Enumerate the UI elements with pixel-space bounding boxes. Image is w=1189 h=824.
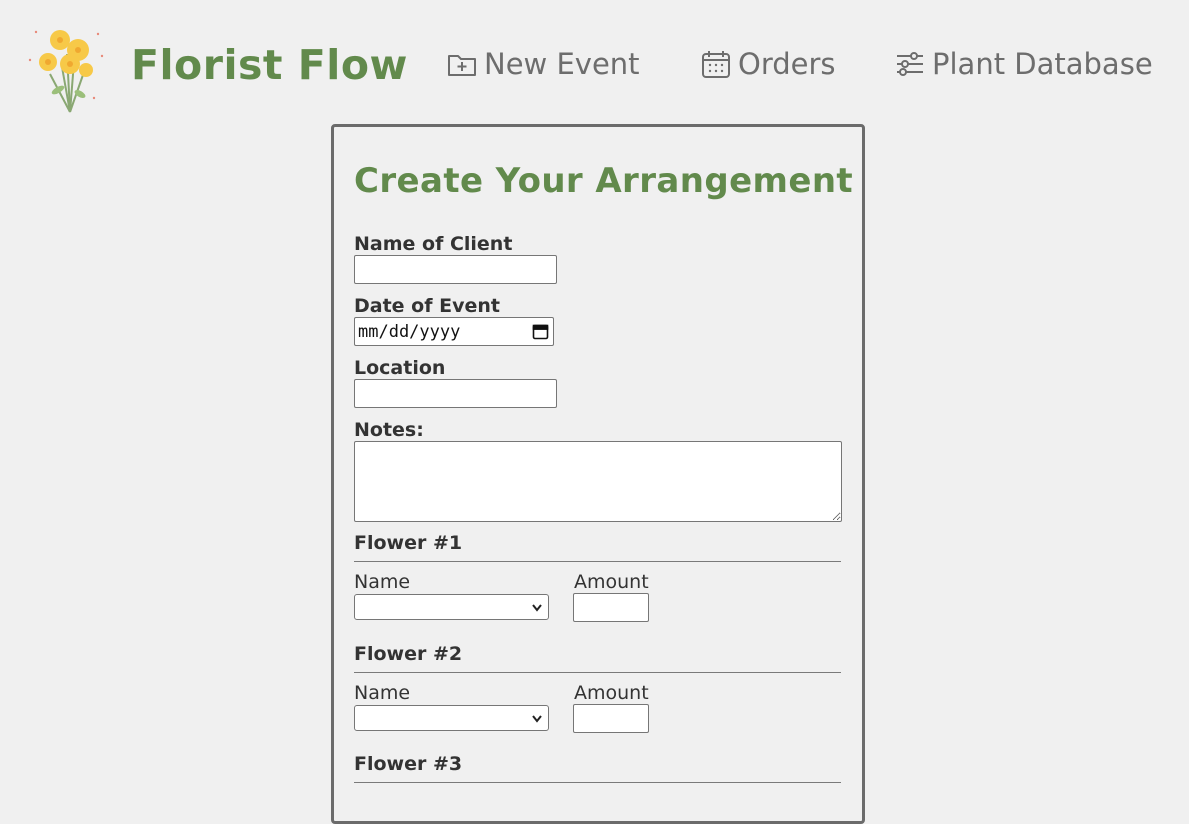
location-input[interactable]: [354, 379, 557, 408]
nav-new-event[interactable]: New Event: [446, 46, 640, 82]
nav-new-event-label: New Event: [484, 47, 640, 81]
flower-1-divider: [354, 561, 841, 562]
nav-plant-database-label: Plant Database: [932, 47, 1153, 81]
flower-3-title: Flower #3: [354, 753, 463, 775]
event-date-input[interactable]: mm/dd/yyyy: [354, 317, 554, 346]
client-name-label: Name of Client: [354, 233, 513, 255]
flower-1-amount-label: Amount: [574, 571, 649, 593]
location-label: Location: [354, 357, 446, 379]
sliders-icon: [897, 52, 923, 76]
flower-2-title: Flower #2: [354, 643, 463, 665]
client-name-input[interactable]: [354, 255, 557, 284]
notes-textarea[interactable]: [354, 441, 842, 522]
notes-label: Notes:: [354, 419, 424, 441]
arrangement-form-card: Create Your Arrangement Name of Client D…: [331, 124, 865, 824]
brand-title[interactable]: Florist Flow: [131, 40, 408, 90]
calendar-icon[interactable]: [532, 323, 549, 340]
chevron-down-icon: [532, 715, 542, 723]
form-title: Create Your Arrangement: [354, 161, 854, 201]
chevron-down-icon: [532, 604, 542, 612]
event-date-placeholder: mm/dd/yyyy: [358, 321, 461, 342]
nav-orders-label: Orders: [738, 47, 836, 81]
nav-orders[interactable]: Orders: [700, 46, 836, 82]
calendar-icon: [702, 51, 730, 78]
flower-2-name-select[interactable]: [354, 705, 549, 731]
flower-3-divider: [354, 782, 841, 783]
flower-1-amount-input[interactable]: [573, 593, 649, 622]
flower-2-amount-input[interactable]: [573, 704, 649, 733]
nav-plant-database[interactable]: Plant Database: [894, 46, 1153, 82]
event-date-label: Date of Event: [354, 295, 500, 317]
flower-bouquet-logo[interactable]: [22, 12, 114, 118]
flower-2-amount-label: Amount: [574, 682, 649, 704]
header: Florist Flow New Event Orders Plant Data…: [0, 0, 1189, 125]
flower-1-name-label: Name: [354, 571, 411, 593]
flower-2-name-label: Name: [354, 682, 411, 704]
flower-2-divider: [354, 672, 841, 673]
flower-1-title: Flower #1: [354, 532, 463, 554]
flower-1-name-select[interactable]: [354, 594, 549, 620]
folder-plus-icon: [448, 55, 476, 76]
